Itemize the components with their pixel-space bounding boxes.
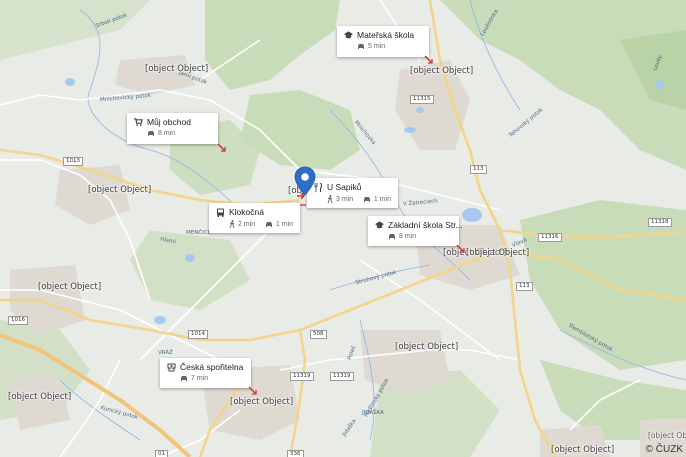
road-shield: 336	[287, 450, 304, 457]
poi-card-u-sapiku[interactable]: U Sapiků 3 min 1 min	[307, 178, 398, 208]
school-icon	[375, 221, 384, 229]
map-canvas[interactable]: 1013 1016 1014 508 113 113 11318 11316 1…	[0, 0, 686, 457]
road-shield: 508	[310, 330, 327, 339]
locality-label: JIDAŠKA	[362, 410, 384, 416]
cart-icon	[134, 118, 143, 126]
poi-car-time: 1 min	[275, 220, 293, 228]
poi-travel-time: 8 min	[399, 233, 417, 240]
poi-name: U Sapiků	[327, 182, 362, 192]
place-label-kunice: [object Object]	[8, 392, 72, 402]
poi-name: Klokočná	[229, 207, 264, 217]
poi-card-klokocna[interactable]: Klokočná 2 min 1 min	[209, 203, 300, 233]
road-shield: 1016	[8, 316, 28, 325]
place-label-tehov: [object Object]	[145, 64, 209, 74]
poi-card-zakladni-skola[interactable]: Základní škola Str... 8 min	[368, 216, 463, 246]
locality-label: VRÁŽ	[158, 350, 173, 356]
place-label-strancice: [object Object]	[38, 282, 102, 292]
pointer-arrow-icon	[424, 55, 433, 64]
pointer-arrow-icon	[217, 143, 226, 152]
car-icon	[181, 376, 187, 381]
place-label-vsestary: [object Object]	[88, 185, 152, 195]
pointer-arrow-icon	[456, 244, 465, 253]
road-shield: 1013	[63, 157, 83, 166]
road-shield: 113	[470, 165, 487, 174]
poi-card-ceska-sporitelna[interactable]: Česká spořitelna 7 min	[160, 358, 251, 388]
place-label-zvanovice: [object Object]	[648, 431, 686, 440]
road-shield: 11319	[290, 372, 314, 381]
road-shield: 11318	[648, 218, 672, 227]
pointer-arrow-icon	[248, 386, 257, 395]
map-base-layer	[0, 0, 686, 457]
poi-travel-time: 5 min	[368, 43, 386, 50]
place-label-struharov-b: [object Object]	[466, 248, 530, 258]
road-shield: 11319	[330, 372, 354, 381]
poi-card-materska-skola[interactable]: Mateřská škola 5 min	[337, 26, 429, 57]
poi-travel-time: 7 min	[191, 375, 209, 382]
place-label-tremblat: [object Object]	[551, 445, 615, 455]
poi-name: Česká spořitelna	[180, 362, 244, 372]
poi-name: Základní škola Str...	[388, 220, 463, 230]
poi-card-muj-obchod[interactable]: Můj obchod 8 min	[127, 113, 218, 144]
location-pin-icon[interactable]	[294, 166, 316, 196]
walk-icon	[229, 220, 235, 228]
poi-name: Mateřská škola	[357, 30, 415, 40]
poi-walk-time: 3 min	[336, 195, 354, 203]
map-attribution: © ČUZK	[645, 444, 683, 455]
place-label-mnichovice: [object Object]	[230, 397, 294, 407]
car-icon	[358, 44, 364, 49]
road-shield: 11315	[410, 95, 434, 104]
car-icon	[265, 221, 272, 227]
pointer-arrow-icon	[300, 204, 306, 206]
poi-walk-time: 2 min	[238, 220, 256, 228]
place-label-myslin: [object Object]	[395, 342, 459, 352]
bank-icon	[167, 363, 176, 371]
car-icon	[148, 131, 154, 136]
car-icon	[363, 196, 370, 202]
road-shield: 1014	[188, 330, 208, 339]
locality-label: MENČICE	[186, 230, 212, 236]
poi-car-time: 1 min	[373, 195, 391, 203]
walk-icon	[327, 195, 333, 203]
road-shield: 113	[516, 282, 533, 291]
poi-name: Můj obchod	[147, 117, 191, 127]
road-shield: 11316	[538, 233, 562, 242]
car-icon	[389, 234, 395, 239]
place-label-svojetice: [object Object]	[410, 66, 474, 76]
poi-travel-time: 8 min	[158, 130, 176, 137]
school-icon	[344, 31, 353, 39]
bus-icon	[217, 208, 224, 217]
road-shield: 01	[155, 450, 168, 457]
